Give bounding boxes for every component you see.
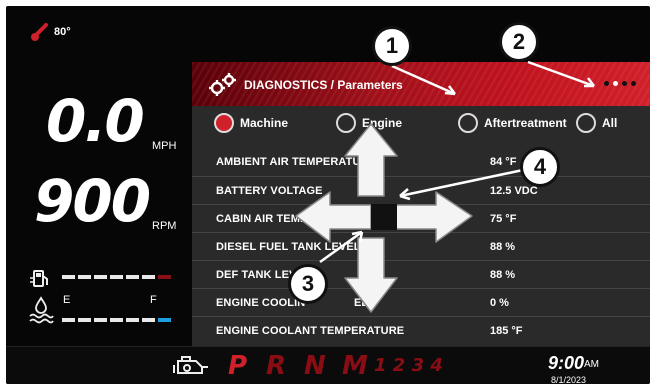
callout-4: 4 [520,147,560,187]
panel-title: DIAGNOSTICS / Parameters [244,78,403,92]
page-indicator[interactable] [604,81,636,86]
center-select-button [371,204,397,230]
gears-icon [209,73,236,96]
callout-3: 3 [288,264,328,304]
arrow-up-icon [344,123,398,197]
callout-2-leader [527,60,595,88]
callout-1: 1 [372,26,412,66]
page-dot-active[interactable] [613,81,618,86]
page-dot[interactable] [622,81,627,86]
callout-4-leader [399,168,524,198]
arrow-down-icon [344,237,398,313]
callout-2: 2 [499,22,539,62]
page-dot[interactable] [631,81,636,86]
page-dot[interactable] [604,81,609,86]
navigation-arrows-overlay [295,60,595,313]
